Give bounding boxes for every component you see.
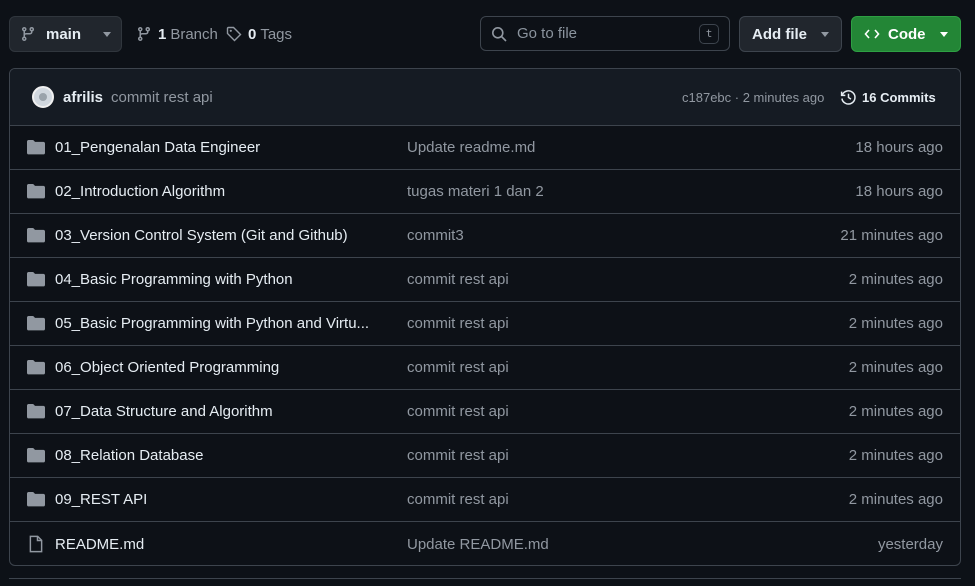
folder-icon: [27, 183, 45, 203]
file-commit-time: 2 minutes ago: [848, 271, 943, 288]
keyboard-shortcut-hint: t: [699, 23, 719, 44]
code-button[interactable]: Code: [851, 16, 961, 52]
file-commit-message-link[interactable]: tugas materi 1 dan 2: [407, 183, 544, 200]
branch-name: main: [46, 25, 82, 43]
commit-hash-time[interactable]: c187ebc · 2 minutes ago: [682, 90, 824, 105]
file-list: 01_Pengenalan Data Engineer Update readme…: [10, 126, 960, 565]
table-row[interactable]: 05_Basic Programming with Python and Vir…: [10, 302, 960, 346]
folder-icon: [27, 315, 45, 335]
tags-count: 0: [248, 25, 257, 43]
table-row[interactable]: 01_Pengenalan Data Engineer Update readme…: [10, 126, 960, 170]
file-browser: afrilis commit rest api c187ebc · 2 minu…: [9, 68, 961, 566]
file-commit-time: 2 minutes ago: [848, 491, 943, 508]
file-commit-message-link[interactable]: Update readme.md: [407, 139, 535, 156]
file-commit-message-link[interactable]: commit rest api: [407, 271, 509, 288]
table-row[interactable]: 07_Data Structure and Algorithm commit re…: [10, 390, 960, 434]
table-row[interactable]: 09_REST API commit rest api 2 minutes ago: [10, 478, 960, 522]
file-commit-message-link[interactable]: commit rest api: [407, 403, 509, 420]
file-name-link[interactable]: 06_Object Oriented Programming: [55, 359, 279, 376]
file-icon: [27, 535, 45, 557]
table-row[interactable]: 02_Introduction Algorithm tugas materi 1 …: [10, 170, 960, 214]
latest-commit-bar: afrilis commit rest api c187ebc · 2 minu…: [10, 69, 960, 126]
file-name-link[interactable]: 07_Data Structure and Algorithm: [55, 403, 273, 420]
file-commit-time: yesterday: [877, 535, 943, 553]
go-to-file-search[interactable]: Go to file t: [480, 16, 730, 51]
file-commit-message-link[interactable]: commit3: [407, 227, 464, 244]
divider: [9, 578, 961, 586]
code-label: Code: [888, 25, 926, 43]
file-commit-time: 2 minutes ago: [848, 359, 943, 376]
file-name-link[interactable]: 02_Introduction Algorithm: [55, 183, 225, 200]
folder-icon: [27, 139, 45, 159]
commits-count-label: 16 Commits: [862, 89, 936, 105]
file-name-link[interactable]: README.md: [55, 536, 144, 553]
file-commit-time: 18 hours ago: [855, 183, 943, 200]
add-file-button[interactable]: Add file: [739, 16, 842, 52]
file-commit-message-link[interactable]: Update README.md: [407, 536, 549, 553]
file-commit-time: 18 hours ago: [855, 139, 943, 156]
search-placeholder: Go to file: [517, 25, 578, 42]
file-name-link[interactable]: 01_Pengenalan Data Engineer: [55, 139, 260, 156]
file-commit-message-link[interactable]: commit rest api: [407, 359, 509, 376]
commit-message[interactable]: commit rest api: [111, 89, 213, 106]
commit-author[interactable]: afrilis: [63, 89, 103, 106]
table-row[interactable]: 04_Basic Programming with Python commit r…: [10, 258, 960, 302]
folder-icon: [27, 491, 45, 511]
table-row[interactable]: 08_Relation Database commit rest api 2 min…: [10, 434, 960, 478]
folder-icon: [27, 447, 45, 467]
file-commit-time: 2 minutes ago: [848, 447, 943, 464]
search-icon: [492, 26, 507, 42]
branches-label: Branch: [170, 25, 218, 43]
branches-count: 1: [158, 25, 167, 43]
chevron-down-icon: [940, 31, 948, 37]
file-commit-time: 21 minutes ago: [840, 227, 943, 244]
history-icon: [840, 89, 856, 105]
branch-selector-button[interactable]: main: [9, 16, 122, 52]
chevron-down-icon: [821, 31, 829, 37]
avatar[interactable]: [32, 86, 54, 108]
tags-label: Tags: [260, 25, 293, 43]
code-icon: [864, 29, 880, 39]
commits-link[interactable]: 16 Commits: [840, 89, 936, 106]
table-row[interactable]: README.md Update README.md yesterday: [10, 522, 960, 565]
file-name-link[interactable]: 04_Basic Programming with Python: [55, 271, 293, 288]
file-commit-message-link[interactable]: commit rest api: [407, 315, 509, 332]
tags-link[interactable]: 0 Tags: [226, 16, 292, 52]
tag-icon: [226, 26, 242, 42]
file-commit-time: 2 minutes ago: [848, 403, 943, 420]
git-branch-icon: [21, 27, 34, 42]
git-branch-icon: [137, 27, 150, 42]
chevron-down-icon: [103, 31, 111, 37]
file-name-link[interactable]: 08_Relation Database: [55, 447, 203, 464]
folder-icon: [27, 359, 45, 379]
folder-icon: [27, 403, 45, 423]
file-commit-message-link[interactable]: commit rest api: [407, 447, 509, 464]
add-file-label: Add file: [752, 25, 807, 43]
file-name-link[interactable]: 05_Basic Programming with Python and Vir…: [55, 315, 369, 332]
file-commit-time: 2 minutes ago: [848, 315, 943, 332]
file-commit-message-link[interactable]: commit rest api: [407, 491, 509, 508]
folder-icon: [27, 271, 45, 291]
file-name-link[interactable]: 09_REST API: [55, 491, 147, 508]
repo-toolbar: main 1 Branch 0 Tags Go to file t Add fi…: [0, 0, 975, 68]
branches-link[interactable]: 1 Branch: [136, 16, 218, 52]
folder-icon: [27, 227, 45, 247]
table-row[interactable]: 03_Version Control System (Git and Githu…: [10, 214, 960, 258]
file-name-link[interactable]: 03_Version Control System (Git and Githu…: [55, 227, 348, 244]
table-row[interactable]: 06_Object Oriented Programming commit res…: [10, 346, 960, 390]
